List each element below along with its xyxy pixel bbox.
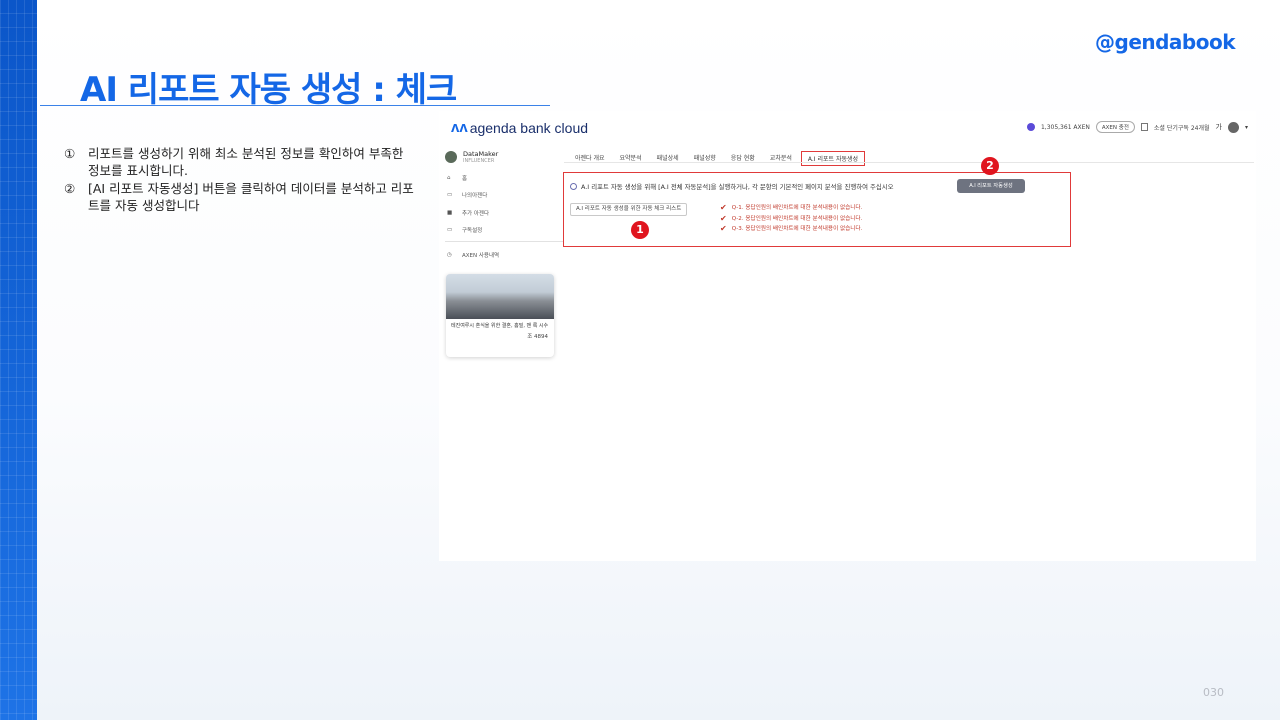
- coin-icon: [1026, 123, 1035, 131]
- language-icon[interactable]: 가: [1216, 122, 1222, 132]
- tab-ai-report[interactable]: A.I 리포트 자동생성: [800, 151, 866, 166]
- sidebar-item-label: AXEN 사용내역: [462, 252, 500, 259]
- check-item: ✔ Q-3. 응답인원의 배인차트에 대한 분석내용이 없습니다.: [720, 224, 862, 235]
- instruction-item: ② [AI 리포트 자동생성] 버튼을 클릭하여 데이터를 분석하고 리포트를 …: [64, 180, 414, 215]
- left-decorative-strip: [0, 0, 37, 720]
- history-icon: ◷: [447, 251, 452, 258]
- tab-response-status[interactable]: 응답 현황: [725, 151, 761, 166]
- checklist-button[interactable]: A.I 리포트 자동 생성을 위한 자동 체크 리스트: [570, 203, 688, 216]
- chevron-down-icon[interactable]: ▾: [1245, 124, 1248, 131]
- app-logo[interactable]: ʌʌ agenda bank cloud: [451, 119, 588, 136]
- app-screenshot: ʌʌ agenda bank cloud 1,305,361 AXEN AXEN…: [439, 111, 1256, 561]
- sidebar-item-home[interactable]: ⌂ 홈: [445, 169, 563, 187]
- subscription-text[interactable]: 소셜 단기구독 24개월: [1154, 123, 1210, 132]
- folder-icon: ▭: [447, 192, 453, 199]
- instruction-text: [AI 리포트 자동생성] 버튼을 클릭하여 데이터를 분석하고 리포트를 자동…: [88, 180, 414, 213]
- check-text: Q-3. 응답인원의 배인차트에 대한 분석내용이 없습니다.: [731, 226, 863, 232]
- tab-summary[interactable]: 요약분석: [614, 151, 648, 166]
- app-logo-text: agenda bank cloud: [469, 119, 589, 136]
- check-text: Q-2. 응답인원의 배인차트에 대한 분석내용이 없습니다.: [731, 215, 863, 222]
- sidebar-item-my-agenda[interactable]: ▭ 나의아젠다: [445, 187, 563, 205]
- instruction-number: ②: [64, 180, 76, 196]
- instruction-item: ① 리포트를 생성하기 위해 최소 분석된 정보를 확인하여 부족한 정보를 표…: [64, 145, 414, 180]
- card-image: [446, 273, 554, 319]
- panel-message: A.I 리포트 자동 생성을 위해 [A.I 전체 자동분석]을 실행하거나, …: [570, 182, 894, 191]
- sidebar-item-axen-history[interactable]: ◷ AXEN 사용내역: [445, 246, 563, 264]
- slide-title: AI 리포트 자동 생성 : 체크: [80, 70, 457, 110]
- sidebar-divider: [445, 241, 563, 242]
- info-icon: [570, 183, 577, 190]
- sidebar-item-label: 홈: [462, 175, 468, 182]
- tab-cross-analysis[interactable]: 교차분석: [764, 151, 798, 166]
- checklist-results: ✔ Q-1. 응답인원의 배인차트에 대한 분석내용이 없습니다. ✔ Q-2.…: [720, 203, 862, 235]
- brand-logo: @gendabook: [1095, 30, 1236, 54]
- folder-filled-icon: ■: [447, 209, 453, 216]
- monitor-icon: ▭: [447, 227, 453, 234]
- tab-panel-tendency[interactable]: 패널성향: [688, 151, 722, 166]
- profile-role: INFLUENCER: [463, 158, 495, 164]
- balance-text: 1,305,361 AXEN: [1040, 123, 1090, 131]
- sidebar-item-label: 추가 아젠다: [462, 210, 490, 217]
- document-icon: [1140, 123, 1148, 131]
- tab-bar: 아젠다 개요 요약분석 패널상세 패널성향 응답 현황 교차분석 A.I 리포트…: [569, 151, 868, 166]
- sidebar-item-label: 나의아젠다: [462, 193, 488, 200]
- logo-mark-icon: ʌʌ: [451, 119, 468, 136]
- user-avatar-icon[interactable]: [1227, 121, 1239, 133]
- check-text: Q-1. 응답인원의 배인차트에 대한 분석내용이 없습니다.: [731, 205, 863, 211]
- sidebar-item-label: 구독설정: [462, 228, 483, 235]
- sidebar: DataMaker INFLUENCER ⌂ 홈 ▭ 나의아젠다 ■ 추가 아젠…: [445, 145, 563, 357]
- instruction-text: 리포트를 생성하기 위해 최소 분석된 정보를 확인하여 부족한 정보를 표시합…: [88, 146, 404, 179]
- check-icon: ✔: [720, 213, 727, 223]
- profile-name: DataMaker: [463, 150, 499, 158]
- callout-badge-2: 2: [981, 157, 999, 175]
- home-icon: ⌂: [447, 174, 451, 181]
- check-icon: ✔: [720, 224, 727, 233]
- card-title: 테진여루시 혼식을 위한 결혼, 홈빌, 맨 록 시수: [451, 322, 549, 329]
- card-count: 조 4894: [527, 334, 548, 340]
- agenda-card[interactable]: 테진여루시 혼식을 위한 결혼, 홈빌, 맨 록 시수 조 4894: [446, 273, 554, 357]
- panel-message-text: A.I 리포트 자동 생성을 위해 [A.I 전체 자동분석]을 실행하거나, …: [581, 183, 894, 191]
- check-icon: ✔: [720, 203, 727, 212]
- callout-badge-1: 1: [631, 221, 649, 239]
- sidebar-item-subscription[interactable]: ▭ 구독설정: [445, 222, 563, 240]
- instructions-list: ① 리포트를 생성하기 위해 최소 분석된 정보를 확인하여 부족한 정보를 표…: [64, 145, 414, 214]
- tab-overview[interactable]: 아젠다 개요: [569, 151, 611, 166]
- instruction-number: ①: [64, 146, 76, 161]
- title-underline: [40, 105, 550, 106]
- avatar: [445, 151, 457, 163]
- ai-report-generate-button[interactable]: A.I 리포트 자동생성: [957, 179, 1025, 193]
- check-item: ✔ Q-1. 응답인원의 배인차트에 대한 분석내용이 없습니다.: [720, 203, 862, 214]
- check-item: ✔ Q-2. 응답인원의 배인차트에 대한 분석내용이 없습니다.: [720, 214, 862, 225]
- header-actions: 1,305,361 AXEN AXEN 충전 소셜 단기구독 24개월 가 ▾: [1026, 121, 1248, 133]
- sidebar-item-add-agenda[interactable]: ■ 추가 아젠다: [445, 204, 563, 222]
- tab-divider: [564, 162, 1254, 163]
- tab-panel-detail[interactable]: 패널상세: [651, 151, 685, 166]
- profile[interactable]: DataMaker INFLUENCER: [445, 145, 563, 169]
- charge-button[interactable]: AXEN 충전: [1095, 121, 1135, 133]
- page-number: 030: [1203, 686, 1224, 699]
